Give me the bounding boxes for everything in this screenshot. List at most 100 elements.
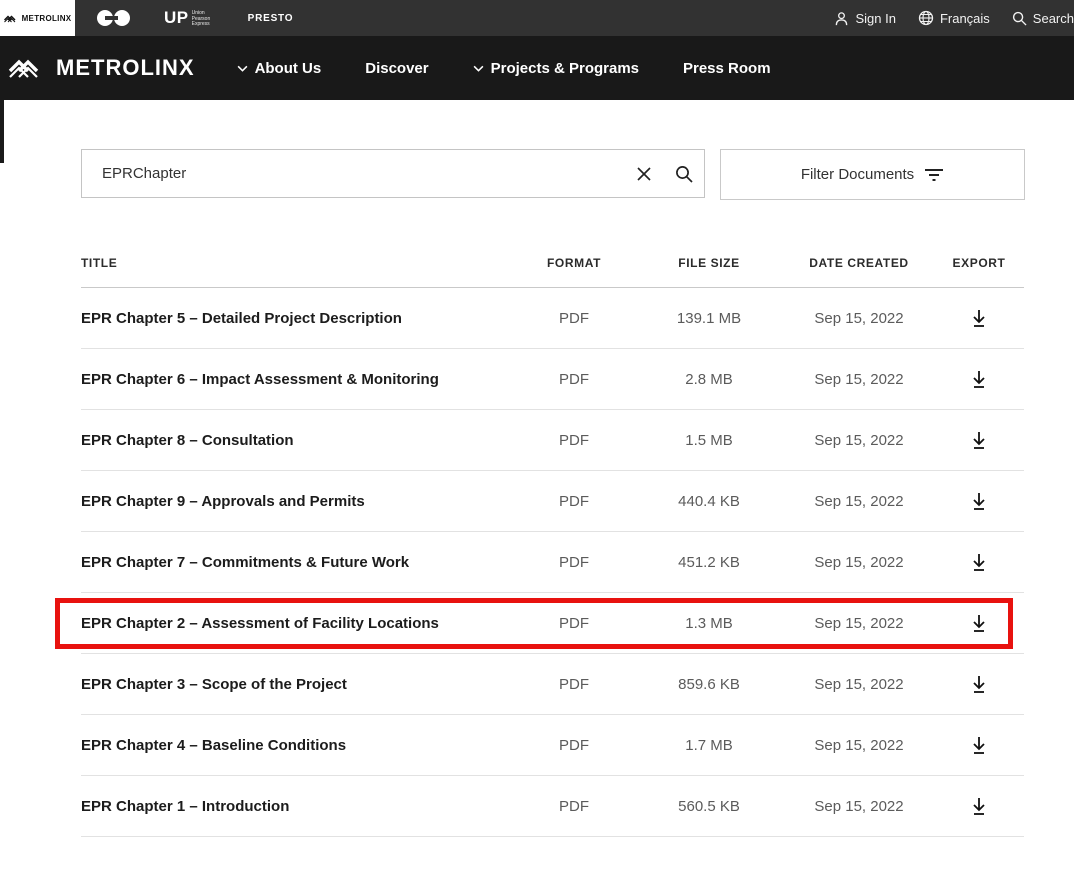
up-wordmark: UP	[164, 8, 189, 28]
download-icon	[971, 553, 987, 572]
document-format: PDF	[514, 493, 634, 510]
document-date-created: Sep 15, 2022	[784, 798, 934, 815]
document-date-created: Sep 15, 2022	[784, 554, 934, 571]
document-format: PDF	[514, 371, 634, 388]
brand-tab-metrolinx[interactable]: METROLINX	[0, 0, 75, 36]
nav-item-label: About Us	[255, 60, 322, 77]
document-title[interactable]: EPR Chapter 1 – Introduction	[81, 798, 514, 815]
document-title[interactable]: EPR Chapter 8 – Consultation	[81, 432, 514, 449]
download-button[interactable]	[934, 736, 1024, 755]
table-row: EPR Chapter 5 – Detailed Project Descrip…	[81, 288, 1024, 349]
document-date-created: Sep 15, 2022	[784, 676, 934, 693]
site-search-label: Search	[1033, 11, 1074, 26]
document-file-size: 560.5 KB	[634, 798, 784, 815]
download-icon	[971, 797, 987, 816]
language-label: Français	[940, 11, 990, 26]
table-row: EPR Chapter 4 – Baseline ConditionsPDF1.…	[81, 715, 1024, 776]
table-row: EPR Chapter 3 – Scope of the ProjectPDF8…	[81, 654, 1024, 715]
download-button[interactable]	[934, 431, 1024, 450]
document-title[interactable]: EPR Chapter 4 – Baseline Conditions	[81, 737, 514, 754]
metrolinx-ribbon-icon	[8, 56, 48, 80]
document-file-size: 440.4 KB	[634, 493, 784, 510]
nav-wordmark: METROLINX	[56, 55, 195, 81]
document-date-created: Sep 15, 2022	[784, 371, 934, 388]
document-format: PDF	[514, 737, 634, 754]
document-format: PDF	[514, 554, 634, 571]
download-icon	[971, 736, 987, 755]
up-sub-label: Union Pearson Express	[192, 8, 218, 28]
document-file-size: 1.7 MB	[634, 737, 784, 754]
nav-item-label: Press Room	[683, 60, 771, 77]
nav-item-about-us[interactable]: About Us	[237, 60, 322, 77]
table-row: EPR Chapter 6 – Impact Assessment & Moni…	[81, 349, 1024, 410]
document-file-size: 859.6 KB	[634, 676, 784, 693]
document-title[interactable]: EPR Chapter 7 – Commitments & Future Wor…	[81, 554, 514, 571]
brand-up-logo[interactable]: UP Union Pearson Express	[164, 8, 218, 28]
go-icon	[97, 9, 131, 27]
table-row: EPR Chapter 7 – Commitments & Future Wor…	[81, 532, 1024, 593]
person-icon	[834, 11, 849, 26]
download-icon	[971, 614, 987, 633]
sign-in-label: Sign In	[855, 11, 895, 26]
site-search-link[interactable]: Search	[1012, 11, 1074, 26]
document-title[interactable]: EPR Chapter 2 – Assessment of Facility L…	[81, 615, 514, 632]
submit-search-button[interactable]	[664, 165, 704, 183]
document-format: PDF	[514, 615, 634, 632]
brand-tab-label: METROLINX	[22, 14, 72, 23]
filter-documents-label: Filter Documents	[801, 166, 914, 183]
documents-table: TITLE FORMAT FILE SIZE DATE CREATED EXPO…	[81, 238, 1024, 837]
download-button[interactable]	[934, 614, 1024, 633]
document-format: PDF	[514, 310, 634, 327]
table-row: EPR Chapter 9 – Approvals and PermitsPDF…	[81, 471, 1024, 532]
document-title[interactable]: EPR Chapter 5 – Detailed Project Descrip…	[81, 310, 514, 327]
topbar-right-group: Sign In Français Search	[834, 10, 1074, 26]
document-title[interactable]: EPR Chapter 9 – Approvals and Permits	[81, 493, 514, 510]
download-button[interactable]	[934, 553, 1024, 572]
column-header-format: FORMAT	[514, 256, 634, 270]
nav-item-discover[interactable]: Discover	[365, 60, 428, 77]
globe-icon	[918, 10, 934, 26]
nav-item-label: Projects & Programs	[491, 60, 639, 77]
download-icon	[971, 309, 987, 328]
nav-item-press-room[interactable]: Press Room	[683, 60, 771, 77]
document-date-created: Sep 15, 2022	[784, 493, 934, 510]
table-row: EPR Chapter 2 – Assessment of Facility L…	[81, 593, 1024, 654]
document-search-box	[81, 149, 705, 198]
search-icon	[675, 165, 693, 183]
document-format: PDF	[514, 798, 634, 815]
document-search-input[interactable]	[82, 165, 624, 182]
clear-search-button[interactable]	[624, 166, 664, 182]
download-icon	[971, 370, 987, 389]
metrolinx-mark-icon	[4, 14, 19, 23]
language-toggle[interactable]: Français	[918, 10, 990, 26]
document-date-created: Sep 15, 2022	[784, 432, 934, 449]
nav-items: About Us Discover Projects & Programs Pr…	[237, 60, 771, 77]
download-icon	[971, 431, 987, 450]
download-button[interactable]	[934, 797, 1024, 816]
download-button[interactable]	[934, 492, 1024, 511]
column-header-date-created: DATE CREATED	[784, 256, 934, 270]
document-title[interactable]: EPR Chapter 6 – Impact Assessment & Moni…	[81, 371, 514, 388]
brand-go-logo[interactable]	[97, 9, 131, 27]
document-title[interactable]: EPR Chapter 3 – Scope of the Project	[81, 676, 514, 693]
nav-item-projects-programs[interactable]: Projects & Programs	[473, 60, 639, 77]
document-file-size: 1.5 MB	[634, 432, 784, 449]
nav-item-label: Discover	[365, 60, 428, 77]
sign-in-link[interactable]: Sign In	[834, 11, 895, 26]
download-icon	[971, 675, 987, 694]
filter-documents-button[interactable]: Filter Documents	[720, 149, 1025, 200]
search-icon	[1012, 11, 1027, 26]
column-header-export: EXPORT	[934, 256, 1024, 270]
brand-presto-logo[interactable]: PRESTO	[248, 13, 294, 24]
document-date-created: Sep 15, 2022	[784, 310, 934, 327]
table-body: EPR Chapter 5 – Detailed Project Descrip…	[81, 288, 1024, 837]
table-row: EPR Chapter 1 – IntroductionPDF560.5 KBS…	[81, 776, 1024, 837]
metrolinx-home-logo[interactable]: METROLINX	[8, 55, 195, 81]
presto-wordmark: PRESTO	[248, 13, 294, 24]
document-format: PDF	[514, 432, 634, 449]
download-icon	[971, 492, 987, 511]
document-date-created: Sep 15, 2022	[784, 615, 934, 632]
download-button[interactable]	[934, 675, 1024, 694]
download-button[interactable]	[934, 309, 1024, 328]
download-button[interactable]	[934, 370, 1024, 389]
